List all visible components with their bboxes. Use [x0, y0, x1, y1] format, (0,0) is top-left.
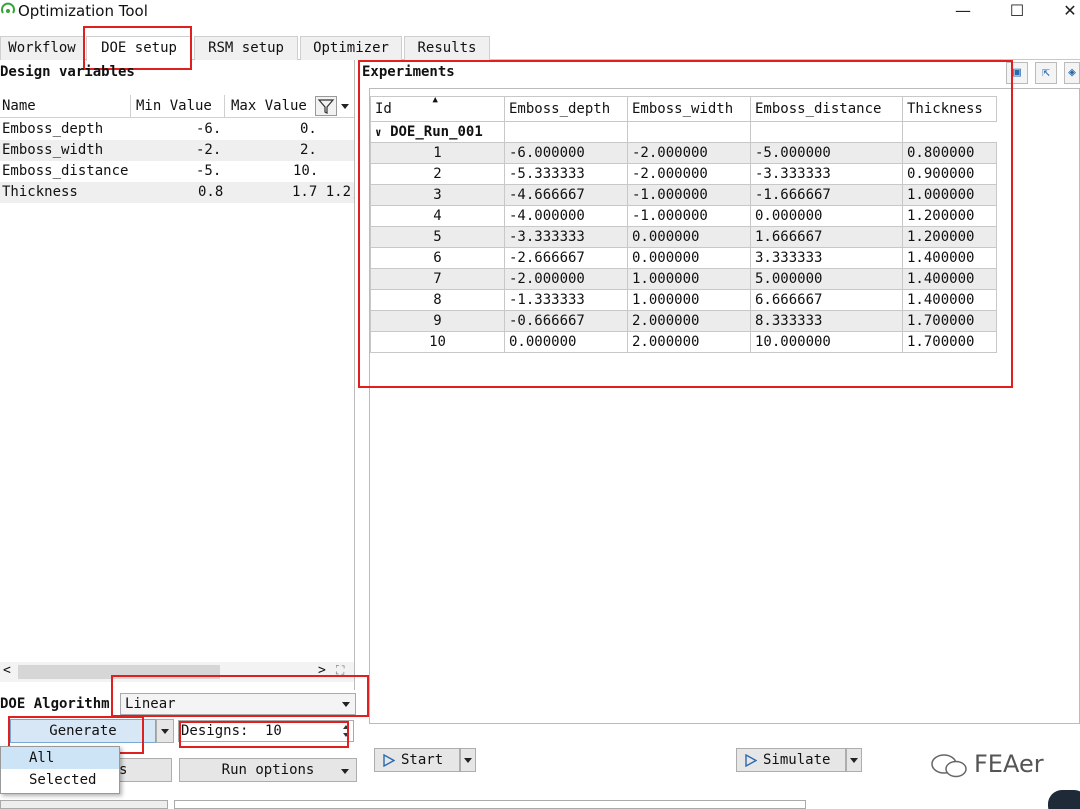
chevron-down-icon [161, 729, 169, 734]
watermark-text: FEAer [974, 750, 1044, 778]
export-icon[interactable]: ⇱ [1035, 62, 1057, 84]
tab-optimizer[interactable]: Optimizer [300, 36, 402, 60]
wechat-icon [931, 754, 967, 778]
tab-workflow[interactable]: Workflow [0, 36, 84, 60]
scroll-left-arrow[interactable]: < [3, 663, 11, 678]
play-icon [383, 754, 395, 767]
filter-dropdown-icon[interactable] [338, 96, 352, 116]
simulate-dropdown[interactable] [846, 748, 862, 772]
menu-item-all[interactable]: All [1, 747, 119, 769]
simulate-button[interactable]: Simulate [736, 748, 846, 772]
run-options-label: Run options [221, 762, 315, 778]
variable-max: 2. [300, 142, 317, 158]
chevron-down-icon [464, 758, 472, 763]
doe-algorithm-label: DOE Algorithm [0, 696, 110, 712]
col-max-header[interactable]: Max Value [231, 98, 307, 114]
play-icon [745, 754, 757, 767]
filter-icon[interactable] [315, 96, 337, 116]
variable-name: Emboss_distance [2, 163, 129, 179]
variable-row[interactable]: Thickness 0.8 1.7 1.2, [0, 182, 354, 203]
chevron-down-icon [850, 758, 858, 763]
start-label: Start [401, 752, 444, 768]
variable-row[interactable]: Emboss_distance -5. 10. [0, 161, 354, 182]
header-divider [130, 95, 131, 117]
variable-min: -6. [196, 121, 222, 137]
col-min-header[interactable]: Min Value [136, 98, 212, 114]
col-name-header[interactable]: Name [2, 98, 36, 114]
chevron-down-icon [341, 769, 349, 774]
highlight-experiments [358, 60, 1013, 388]
variable-name: Thickness [2, 184, 78, 200]
visibility-icon[interactable]: ◈ [1064, 62, 1080, 84]
highlight-algorithm [111, 675, 369, 717]
generate-dropdown[interactable] [156, 719, 174, 743]
title-bar [0, 0, 1080, 28]
generate-menu: All Selected [0, 746, 120, 794]
variable-max: 0. [300, 121, 317, 137]
bottom-field[interactable] [174, 800, 806, 809]
start-button[interactable]: Start [374, 748, 460, 772]
variable-name: Emboss_depth [2, 121, 104, 137]
variable-row[interactable]: Emboss_width -2. 2. [0, 140, 354, 161]
close-button[interactable]: ✕ [1050, 0, 1080, 26]
variable-min: 0.8 [198, 184, 224, 200]
minimize-button[interactable]: — [943, 0, 983, 26]
variable-row[interactable]: Emboss_depth -6. 0. [0, 119, 354, 140]
highlight-designs [179, 721, 349, 748]
simulate-label: Simulate [763, 752, 831, 768]
window-title: Optimization Tool [18, 2, 148, 20]
variable-max: 10. [293, 163, 319, 179]
variable-min: -2. [196, 142, 222, 158]
app-logo-icon [1, 2, 15, 14]
run-options-button[interactable]: Run options [179, 758, 357, 782]
variable-name: Emboss_width [2, 142, 104, 158]
variable-min: -5. [196, 163, 222, 179]
start-dropdown[interactable] [460, 748, 476, 772]
header-divider [224, 95, 225, 117]
maximize-button[interactable]: ☐ [997, 0, 1037, 26]
variable-max: 1.7 1.2, [292, 184, 354, 200]
design-variables-title: Design variables [0, 64, 135, 80]
bottom-control[interactable] [0, 800, 168, 809]
menu-item-selected[interactable]: Selected [1, 769, 119, 791]
tab-rsm-setup[interactable]: RSM setup [194, 36, 298, 60]
floating-badge[interactable] [1048, 790, 1080, 809]
tab-results[interactable]: Results [404, 36, 490, 60]
